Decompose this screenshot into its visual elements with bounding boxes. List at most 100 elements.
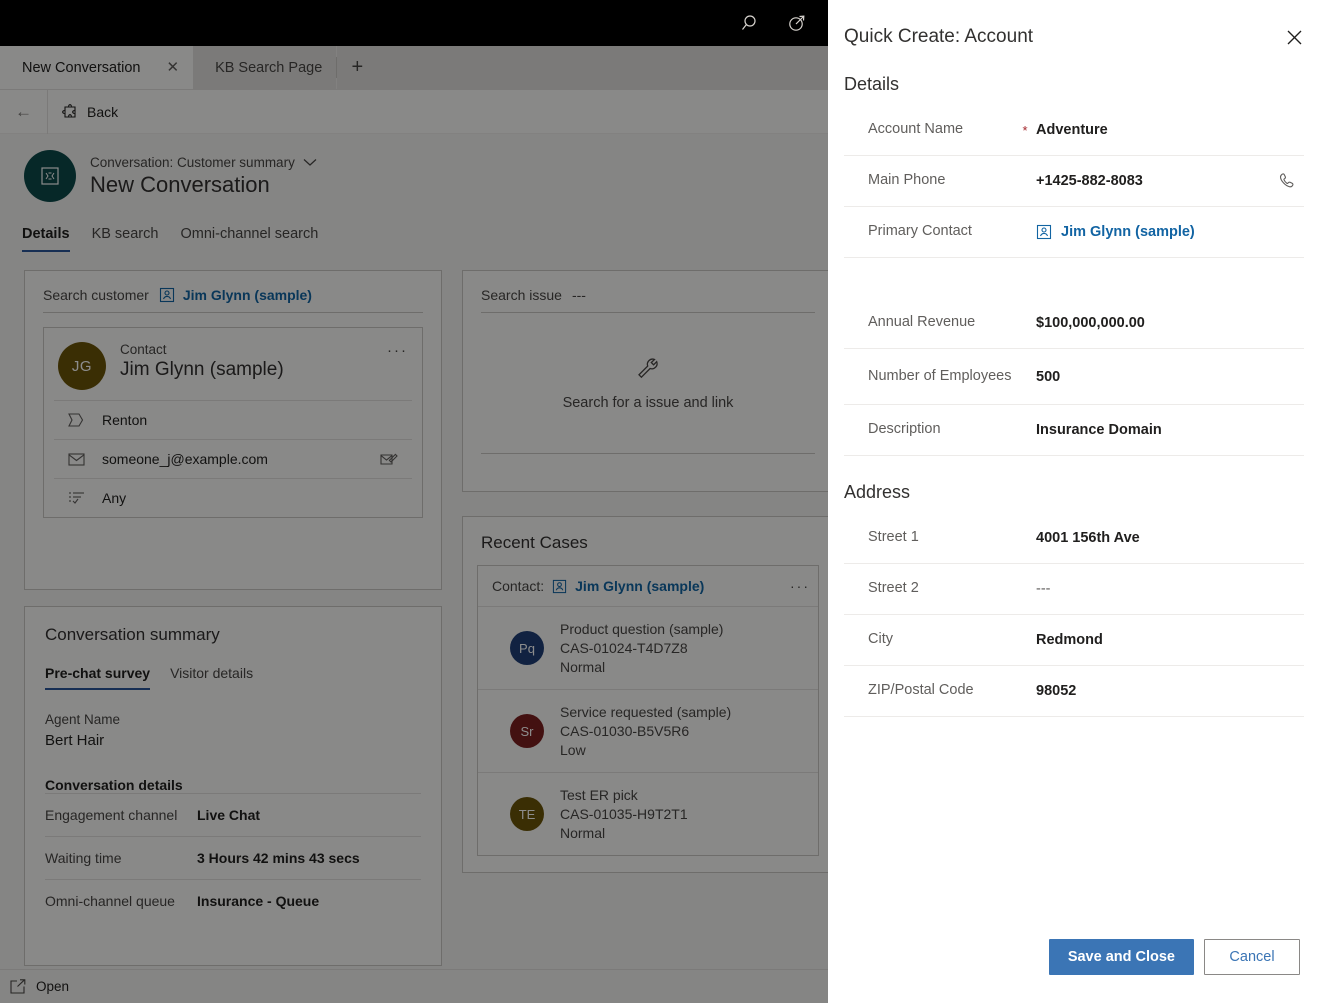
field-row-street-2[interactable]: Street 2 --- — [844, 564, 1304, 615]
number-of-employees-field[interactable]: 500 — [1036, 369, 1270, 385]
contact-name: Jim Glynn (sample) — [120, 359, 284, 381]
more-options-icon[interactable]: ··· — [387, 342, 408, 359]
field-row-city[interactable]: City Redmond — [844, 615, 1304, 666]
left-column: Search customer Jim Glynn (sample) — [24, 270, 442, 966]
contact-record-icon — [1036, 224, 1052, 240]
issue-search-card: Search issue --- Search for a issue and … — [462, 270, 834, 492]
phone-icon[interactable] — [1270, 172, 1304, 190]
quick-create-footer: Save and Close Cancel — [828, 939, 1328, 1003]
cancel-button[interactable]: Cancel — [1204, 939, 1300, 975]
subtab-pre-chat-survey[interactable]: Pre-chat survey — [45, 665, 150, 690]
tab-omni-channel-search[interactable]: Omni-channel search — [180, 226, 318, 252]
description-field[interactable]: Insurance Domain — [1036, 422, 1270, 438]
list-item[interactable]: Pq Product question (sample) CAS-01024-T… — [478, 606, 818, 689]
status-bar: Open — [0, 969, 828, 1003]
contact-email-value: someone_j@example.com — [102, 451, 366, 467]
tab-details[interactable]: Details — [22, 226, 70, 252]
compass-icon[interactable] — [774, 0, 820, 46]
open-external-icon[interactable] — [10, 979, 26, 994]
detail-value: Live Chat — [197, 807, 260, 823]
city-field[interactable]: Redmond — [1036, 632, 1270, 648]
back-button-label: Back — [87, 104, 118, 120]
detail-row-waiting-time: Waiting time 3 Hours 42 mins 43 secs — [45, 836, 421, 879]
quick-create-body: Details Account Name * Adventure Main Ph… — [828, 48, 1328, 939]
list-item[interactable]: Sr Service requested (sample) CAS-01030-… — [478, 689, 818, 772]
field-row-description[interactable]: Description Insurance Domain — [844, 405, 1304, 456]
field-row-number-of-employees[interactable]: Number of Employees 500 — [844, 349, 1304, 405]
list-item[interactable]: TE Test ER pick CAS-01035-H9T2T1 Normal — [478, 772, 818, 855]
case-priority: Low — [560, 742, 731, 758]
issue-empty-state: Search for a issue and link — [481, 313, 815, 453]
back-arrow-icon[interactable]: ← — [0, 90, 48, 134]
recent-cases-contact-link[interactable]: Jim Glynn (sample) — [552, 578, 704, 594]
field-row-street-1[interactable]: Street 1 4001 156th Ave — [844, 513, 1304, 564]
session-tab-new-conversation[interactable]: New Conversation ✕ — [0, 46, 193, 89]
main-phone-field[interactable]: +1425-882-8083 — [1036, 173, 1270, 189]
detail-key: Omni-channel queue — [45, 893, 197, 909]
tab-kb-search[interactable]: KB search — [92, 226, 159, 252]
field-row-primary-contact[interactable]: Primary Contact Jim Glynn (sample) — [844, 207, 1304, 258]
field-label: Description — [844, 420, 1014, 440]
detail-key: Engagement channel — [45, 807, 197, 823]
subtab-visitor-details[interactable]: Visitor details — [170, 665, 253, 690]
recent-cases-list: Contact: Jim Glynn (sample) ··· — [477, 565, 819, 856]
more-options-icon[interactable]: ··· — [790, 578, 810, 594]
recent-cases-contact-label: Contact: — [492, 578, 544, 594]
case-title: Service requested (sample) — [560, 704, 731, 720]
compose-email-icon[interactable] — [380, 452, 398, 466]
close-icon[interactable]: ✕ — [166, 60, 179, 75]
field-row-account-name[interactable]: Account Name * Adventure — [844, 105, 1304, 156]
annual-revenue-field[interactable]: $100,000,000.00 — [1036, 315, 1270, 331]
zip-postal-code-field[interactable]: 98052 — [1036, 683, 1270, 699]
required-indicator: * — [1014, 123, 1036, 138]
detail-key: Waiting time — [45, 850, 197, 866]
agent-name-value: Bert Hair — [45, 732, 421, 749]
recent-cases-contact-name: Jim Glynn (sample) — [575, 578, 704, 594]
field-row-main-phone[interactable]: Main Phone +1425-882-8083 — [844, 156, 1304, 207]
field-row-zip-postal-code[interactable]: ZIP/Postal Code 98052 — [844, 666, 1304, 717]
case-priority: Normal — [560, 659, 723, 675]
conversation-details-heading: Conversation details — [45, 777, 421, 793]
search-customer-label: Search customer — [43, 287, 149, 303]
quick-create-panel: Quick Create: Account Details Account Na… — [828, 0, 1328, 1003]
avatar: Sr — [510, 714, 544, 748]
search-issue-row[interactable]: Search issue --- — [481, 287, 815, 313]
add-tab-icon[interactable]: + — [337, 46, 377, 89]
contact-card: JG Contact Jim Glynn (sample) ··· Ren — [43, 327, 423, 518]
customer-lookup-label: Jim Glynn (sample) — [183, 287, 312, 303]
field-row-annual-revenue[interactable]: Annual Revenue $100,000,000.00 — [844, 298, 1304, 349]
search-icon[interactable] — [728, 0, 774, 46]
detail-row-engagement-channel: Engagement channel Live Chat — [45, 793, 421, 836]
page-title: New Conversation — [90, 172, 317, 198]
recent-cases-card: Recent Cases Contact: Jim Glynn (sampl — [462, 516, 834, 873]
section-heading-details: Details — [844, 74, 1304, 95]
customer-summary-card: Search customer Jim Glynn (sample) — [24, 270, 442, 590]
contact-preference-row: Any — [54, 478, 412, 517]
customer-lookup-link[interactable]: Jim Glynn (sample) — [159, 287, 312, 303]
puzzle-icon — [62, 104, 78, 120]
contact-location-row: Renton — [54, 400, 412, 439]
contact-email-row: someone_j@example.com — [54, 439, 412, 478]
street-1-field[interactable]: 4001 156th Ave — [1036, 530, 1270, 546]
chevron-down-icon[interactable] — [303, 158, 317, 167]
close-icon[interactable] — [1287, 30, 1302, 45]
wrench-icon — [634, 355, 662, 383]
session-tab-kb-search-page[interactable]: KB Search Page — [193, 46, 336, 89]
field-label: ZIP/Postal Code — [844, 681, 1014, 701]
field-label: Number of Employees — [844, 367, 1014, 387]
search-customer-row[interactable]: Search customer Jim Glynn (sample) — [43, 287, 423, 313]
back-button[interactable]: Back — [48, 90, 132, 134]
search-issue-label: Search issue — [481, 287, 562, 303]
conversation-avatar — [24, 150, 76, 202]
street-2-field[interactable]: --- — [1036, 581, 1270, 597]
detail-value: Insurance - Queue — [197, 893, 319, 909]
quick-create-header: Quick Create: Account — [828, 0, 1328, 48]
account-name-field[interactable]: Adventure — [1036, 122, 1270, 138]
record-subtitle-row[interactable]: Conversation: Customer summary — [90, 155, 317, 170]
field-label: Annual Revenue — [844, 313, 1014, 333]
save-and-close-button[interactable]: Save and Close — [1049, 939, 1194, 975]
primary-contact-field[interactable]: Jim Glynn (sample) — [1036, 224, 1270, 240]
field-label: Street 1 — [844, 528, 1014, 548]
status-bar-label: Open — [36, 979, 69, 994]
contact-location-value: Renton — [102, 412, 398, 428]
